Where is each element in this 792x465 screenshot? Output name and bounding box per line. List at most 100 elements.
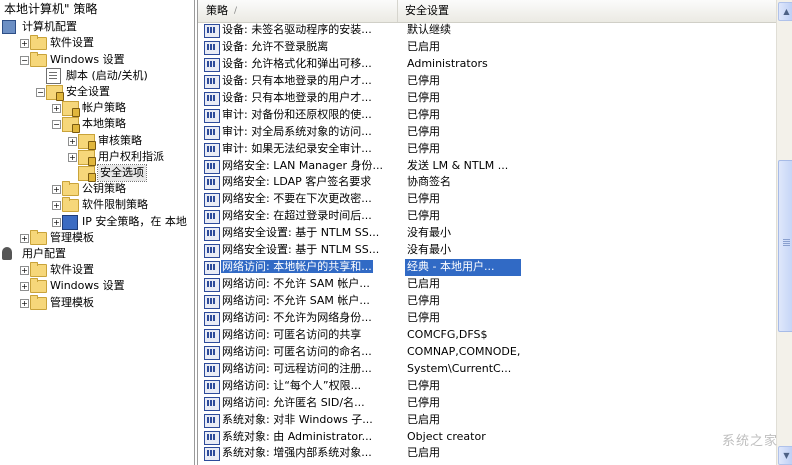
table-row[interactable]: 设备: 未签名驱动程序的安装... 默认继续 xyxy=(198,22,776,39)
tree-item[interactable]: − 本地策略 xyxy=(0,116,194,134)
scroll-up-button[interactable]: ▲ xyxy=(778,2,792,21)
folder-icon xyxy=(30,294,47,310)
expand-icon[interactable]: + xyxy=(20,266,29,276)
policy-icon xyxy=(204,379,220,394)
table-row[interactable]: 系统对象: 增强内部系统对象... 已启用 xyxy=(198,445,776,462)
column-header-setting[interactable]: 安全设置 xyxy=(397,0,775,22)
table-row[interactable]: 网络访问: 不允许为网络身份... 已停用 xyxy=(198,310,776,327)
table-row[interactable]: 系统对象: 对非 Windows 子... 已启用 xyxy=(198,412,776,429)
expand-icon[interactable]: + xyxy=(20,39,29,49)
policy-cell: 系统对象: 增强内部系统对象... xyxy=(221,445,397,462)
collapse-icon[interactable]: − xyxy=(36,88,45,97)
policy-name: 网络访问: 不允许 SAM 帐户... xyxy=(222,294,370,307)
policy-icon xyxy=(204,413,220,428)
policy-icon xyxy=(204,159,220,174)
policy-icon xyxy=(204,295,220,309)
expand-icon[interactable]: + xyxy=(20,233,29,243)
scrollbar-thumb[interactable] xyxy=(778,160,792,333)
table-row[interactable]: 设备: 允许不登录脱离 已启用 xyxy=(198,39,776,56)
expand-icon[interactable]: + xyxy=(52,104,61,114)
policy-icon xyxy=(204,142,220,157)
scrollbar-grip-icon xyxy=(783,239,790,241)
expand-icon[interactable]: + xyxy=(68,136,77,146)
setting-cell: 已启用 xyxy=(407,277,440,291)
computer-icon xyxy=(2,20,16,35)
tree-item[interactable]: − Windows 设置 xyxy=(0,51,194,68)
tree-item-label: 公钥策略 xyxy=(82,182,126,196)
tree-item[interactable]: − 安全设置 xyxy=(0,84,194,101)
table-row[interactable]: 审计: 对备份和还原权限的使... 已停用 xyxy=(198,107,776,124)
table-row[interactable]: 网络访问: 不允许 SAM 帐户... 已启用 xyxy=(198,276,776,293)
tree-item[interactable]: + 软件设置 xyxy=(0,262,194,278)
expand-icon[interactable]: + xyxy=(52,201,61,211)
table-row[interactable]: 网络访问: 允许匿名 SID/名... 已停用 xyxy=(198,395,776,412)
tree-item-label: 用户权利指派 xyxy=(98,149,164,163)
policy-name: 审计: 如果无法纪录安全审计... xyxy=(222,141,372,155)
tree-item[interactable]: + 用户权利指派 xyxy=(0,149,194,166)
table-row[interactable]: 网络安全设置: 基于 NTLM SS... 没有最小 xyxy=(198,225,776,242)
expand-icon[interactable]: + xyxy=(52,217,61,227)
table-row[interactable]: 网络安全: LAN Manager 身份... 发送 LM & NTLM ... xyxy=(198,158,776,175)
collapse-icon[interactable]: − xyxy=(20,55,29,65)
expand-icon[interactable]: + xyxy=(20,298,29,308)
collapse-icon[interactable]: − xyxy=(52,120,61,130)
tree-item[interactable]: 脚本 (启动/关机) xyxy=(0,67,194,84)
tree-item[interactable]: + 帐户策略 xyxy=(0,100,194,118)
tree-item-label: 脚本 (启动/关机) xyxy=(66,68,148,82)
policy-name: 系统对象: 增强内部系统对象... xyxy=(222,446,372,460)
tree-item[interactable]: + 软件设置 xyxy=(0,35,194,51)
policy-cell: 网络访问: 不允许为网络身份... xyxy=(221,310,397,327)
lock-folder-icon xyxy=(78,149,96,166)
policy-cell: 系统对象: 由 Administrator... xyxy=(221,429,397,446)
table-row[interactable]: 网络访问: 可匿名访问的共享 COMCFG,DFS$ xyxy=(198,327,776,344)
table-row[interactable]: 网络安全: 不要在下次更改密... 已停用 xyxy=(198,191,776,208)
table-row[interactable]: 网络安全: LDAP 客户签名要求 协商签名 xyxy=(198,174,776,191)
policy-name: 网络安全: 在超过登录时间后... xyxy=(222,209,372,223)
policy-list-view[interactable]: 策略 / 安全设置 设备: 未签名驱动程序的安装... 默认继续 设备: 允许不登录… xyxy=(197,0,792,465)
setting-cell: COMCFG,DFS$ xyxy=(407,327,488,341)
table-row[interactable]: 审计: 对全局系统对象的访问... 已停用 xyxy=(198,124,776,141)
tree-item[interactable]: + 审核策略 xyxy=(0,133,194,150)
table-row[interactable]: 网络访问: 可远程访问的注册... System\CurrentC... xyxy=(198,361,776,378)
tree-item[interactable]: + IP 安全策略，在 本地 xyxy=(0,214,194,230)
table-row[interactable]: 网络安全设置: 基于 NTLM SS... 没有最小 xyxy=(198,242,776,259)
table-row[interactable]: 系统对象: 由 Administrator... Object creator xyxy=(198,429,776,446)
table-row[interactable]: 设备: 只有本地登录的用户才... 已停用 xyxy=(198,73,776,90)
policy-cell: 网络安全: LAN Manager 身份... xyxy=(221,158,397,175)
policy-cell: 设备: 未签名驱动程序的安装... xyxy=(221,22,397,39)
tree-item[interactable]: + 公钥策略 xyxy=(0,181,194,197)
expand-icon[interactable]: + xyxy=(20,282,29,292)
expand-icon[interactable]: + xyxy=(68,152,77,162)
tree-item[interactable]: + Windows 设置 xyxy=(0,278,194,294)
tree-item[interactable]: + 管理模板 xyxy=(0,294,194,311)
policy-cell: 网络访问: 不允许 SAM 帐户... xyxy=(221,276,397,293)
expand-icon[interactable]: + xyxy=(52,185,61,195)
lock-folder-icon xyxy=(62,117,80,134)
setting-cell: COMNAP,COMNODE,... xyxy=(407,344,521,358)
table-row[interactable]: 网络访问: 让“每个人”权限... 已停用 xyxy=(198,378,776,395)
table-row[interactable]: 设备: 只有本地登录的用户才... 已停用 xyxy=(198,90,776,107)
tree-item[interactable]: 本地计算机" 策略 xyxy=(0,1,194,17)
tree-item-label: Windows 设置 xyxy=(50,279,125,293)
console-tree[interactable]: 本地计算机" 策略 计算机配置 + 软件设置 − Windows 设置 脚本 (启动/关机)… xyxy=(0,0,195,465)
column-header-policy[interactable]: 策略 / xyxy=(198,0,398,22)
tree-item[interactable]: 计算机配置 xyxy=(0,19,194,35)
table-row[interactable]: 网络访问: 本地帐户的共享和... 经典 - 本地用户... xyxy=(198,259,776,277)
tree-item[interactable]: 用户配置 xyxy=(0,246,194,262)
tree-item-label: 软件限制策略 xyxy=(82,198,148,212)
table-row[interactable]: 审计: 如果无法纪录安全审计... 已停用 xyxy=(198,141,776,158)
table-row[interactable]: 网络安全: 在超过登录时间后... 已停用 xyxy=(198,208,776,225)
table-row[interactable]: 设备: 允许格式化和弹出可移... Administrators xyxy=(198,56,776,73)
tree-item[interactable]: + 管理模板 xyxy=(0,229,194,246)
tree-item[interactable]: 安全选项 xyxy=(0,164,194,182)
setting-cell: 经典 - 本地用户... xyxy=(405,259,521,277)
vertical-scrollbar[interactable]: ▲ ▼ xyxy=(776,0,792,465)
table-row[interactable]: 网络访问: 可匿名访问的命名... COMNAP,COMNODE,... xyxy=(198,344,776,361)
tree-item[interactable]: + 软件限制策略 xyxy=(0,197,194,213)
policy-cell: 系统对象: 对非 Windows 子... xyxy=(221,412,397,429)
policy-cell: 审计: 对备份和还原权限的使... xyxy=(221,107,397,124)
setting-cell: 已停用 xyxy=(407,141,440,155)
policy-name: 网络访问: 本地帐户的共享和... xyxy=(221,260,373,274)
scroll-down-button[interactable]: ▼ xyxy=(778,446,792,465)
table-row[interactable]: 网络访问: 不允许 SAM 帐户... 已停用 xyxy=(198,293,776,310)
